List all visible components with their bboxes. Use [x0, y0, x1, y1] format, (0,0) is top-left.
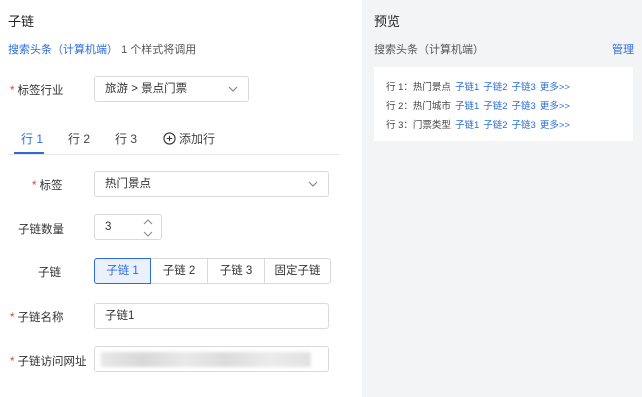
- sublink-selector: 子链 1 子链 2 子链 3 固定子链: [94, 258, 331, 284]
- preview-link[interactable]: 子链1: [455, 82, 479, 93]
- required-mark: *: [10, 312, 15, 324]
- preview-row-prefix: 行 2：热门城市: [386, 101, 451, 112]
- industry-label: * 标签行业: [10, 82, 63, 98]
- add-row-label: 添加行: [179, 132, 216, 146]
- sublink-url-label-text: 子链访问网址: [17, 356, 87, 368]
- sublink-name-label: * 子链名称: [10, 309, 63, 325]
- count-label: 子链数量: [18, 224, 64, 236]
- tag-select-value: 热门景点: [105, 178, 151, 190]
- sublink-url-input[interactable]: [94, 346, 329, 372]
- industry-select-value: 旅游 > 景点门票: [105, 83, 188, 95]
- page-title: 子链: [8, 14, 35, 29]
- preview-more-link[interactable]: 更多>>: [540, 120, 570, 131]
- tab-row-3[interactable]: 行 3: [115, 130, 137, 147]
- sublink-url-label: * 子链访问网址: [10, 353, 86, 369]
- count-stepper[interactable]: 3: [94, 214, 162, 240]
- required-mark: *: [10, 85, 15, 97]
- usage-link[interactable]: 搜索头条（计算机端）: [8, 44, 118, 56]
- count-value: 3: [105, 221, 112, 233]
- required-mark: *: [10, 356, 15, 368]
- preview-link[interactable]: 子链2: [483, 101, 507, 112]
- chevron-down-icon: [308, 181, 318, 187]
- tab-row-1[interactable]: 行 1: [21, 130, 43, 147]
- sublink-option-3[interactable]: 子链 3: [207, 258, 265, 284]
- tag-label: * 标签: [32, 177, 62, 193]
- preview-title: 预览: [374, 14, 401, 29]
- usage-info: 搜索头条（计算机端） 1 个样式将调用: [8, 41, 196, 57]
- preview-link[interactable]: 子链1: [455, 101, 479, 112]
- preview-link[interactable]: 子链3: [512, 82, 536, 93]
- tag-select[interactable]: 热门景点: [94, 171, 329, 197]
- required-mark: *: [32, 180, 37, 192]
- preview-row: 行 2：热门城市 子链1 子链2 子链3 更多>>: [386, 98, 570, 112]
- active-tab-indicator: [14, 152, 44, 154]
- chevron-down-icon[interactable]: [143, 230, 153, 238]
- preview-row: 行 3：门票类型 子链1 子链2 子链3 更多>>: [386, 117, 570, 131]
- config-panel: 子链 搜索头条（计算机端） 1 个样式将调用 * 标签行业 旅游 > 景点门票 行…: [0, 0, 362, 397]
- preview-link[interactable]: 子链3: [512, 120, 536, 131]
- preview-row-prefix: 行 1：热门景点: [386, 82, 451, 93]
- preview-subtitle: 搜索头条（计算机端）: [374, 44, 484, 56]
- add-row-button[interactable]: 添加行: [163, 130, 215, 147]
- preview-row: 行 1：热门景点 子链1 子链2 子链3 更多>>: [386, 79, 570, 93]
- row-tabs: 行 1 行 2 行 3 添加行: [8, 124, 339, 155]
- sublink-option-fixed[interactable]: 固定子链: [264, 258, 331, 284]
- chevron-up-icon[interactable]: [143, 218, 153, 226]
- tab-row-2[interactable]: 行 2: [68, 130, 90, 147]
- usage-text: 1 个样式将调用: [121, 44, 197, 56]
- preview-link[interactable]: 子链2: [483, 82, 507, 93]
- sublink-option-2[interactable]: 子链 2: [150, 258, 208, 284]
- chevron-down-icon: [228, 86, 238, 92]
- preview-card: 行 1：热门景点 子链1 子链2 子链3 更多>> 行 2：热门城市 子链1 子链2 子链3 更…: [374, 67, 633, 141]
- manage-link[interactable]: 管理: [612, 41, 634, 57]
- preview-link[interactable]: 子链1: [455, 120, 479, 131]
- sublink-name-label-text: 子链名称: [17, 312, 64, 324]
- industry-select[interactable]: 旅游 > 景点门票: [94, 76, 249, 102]
- preview-link[interactable]: 子链2: [483, 120, 507, 131]
- sublink-option-1[interactable]: 子链 1: [94, 258, 151, 284]
- preview-row-prefix: 行 3：门票类型: [386, 120, 451, 131]
- sublink-label: 子链: [38, 267, 61, 279]
- industry-label-text: 标签行业: [17, 85, 64, 97]
- plus-circle-icon: [163, 132, 176, 145]
- sublink-name-input[interactable]: 子链1: [94, 303, 329, 329]
- preview-more-link[interactable]: 更多>>: [540, 101, 570, 112]
- tag-label-text: 标签: [39, 180, 63, 192]
- redacted-url: [101, 352, 311, 367]
- preview-panel: 预览 搜索头条（计算机端） 管理 行 1：热门景点 子链1 子链2 子链3 更多>> 行…: [362, 0, 642, 397]
- preview-more-link[interactable]: 更多>>: [540, 82, 570, 93]
- preview-link[interactable]: 子链3: [512, 101, 536, 112]
